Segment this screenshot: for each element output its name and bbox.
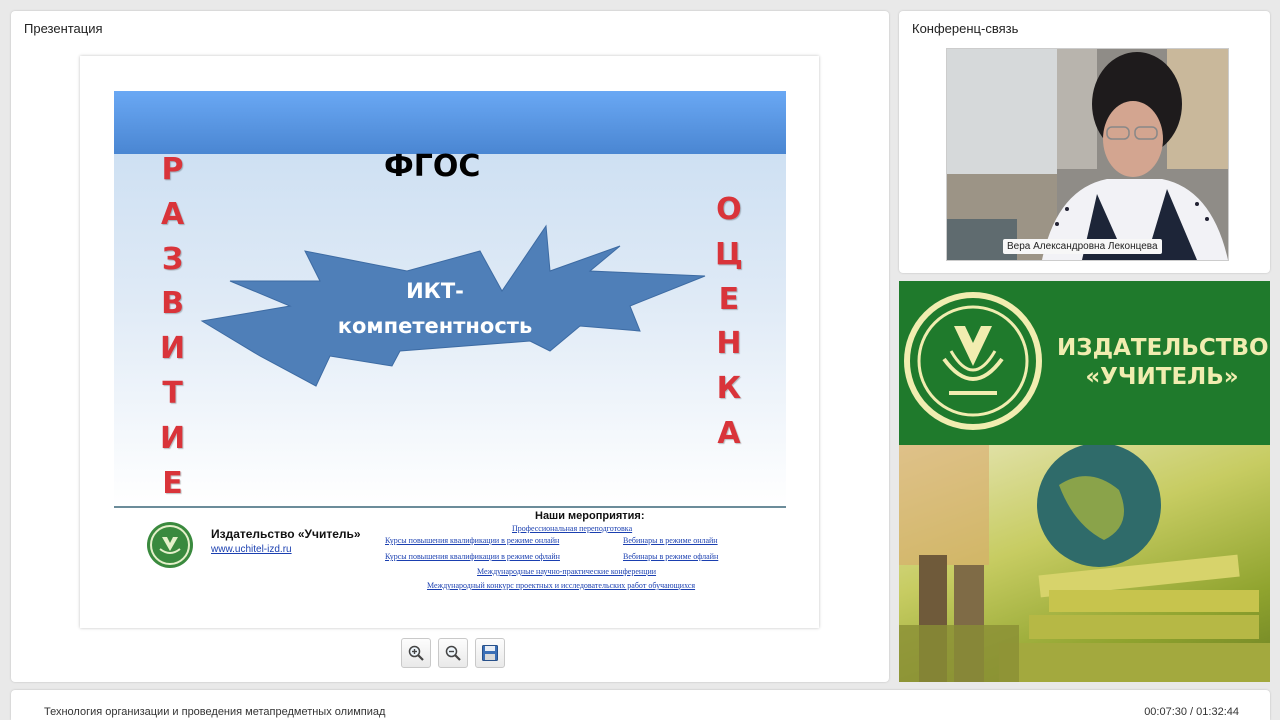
publisher-name: Издательство «Учитель»: [211, 527, 361, 541]
footer-bar: Технология организации и проведения мета…: [11, 690, 1270, 720]
letter: Ц: [715, 236, 743, 272]
letter: К: [716, 371, 742, 407]
floppy-disk-icon: [482, 645, 498, 661]
vertical-word-right: О Ц Е Н К А: [715, 188, 743, 457]
letter: И: [160, 420, 186, 456]
events-title: Наши мероприятия:: [535, 510, 645, 522]
slide-divider: [114, 506, 786, 508]
event-link[interactable]: Курсы повышения квалификации в режиме он…: [385, 536, 559, 545]
vertical-word-left: Р А З В И Т И Е: [160, 148, 185, 506]
burst-text: ИКТ- компетентность: [337, 279, 533, 338]
letter: Н: [716, 326, 742, 362]
conference-panel-title: Конференц-связь: [912, 21, 1019, 36]
letter: А: [160, 196, 185, 232]
zoom-out-button[interactable]: [438, 638, 468, 668]
publisher-banner: ИЗДАТЕЛЬСТВО «УЧИТЕЛЬ»: [899, 281, 1270, 682]
event-link[interactable]: Вебинары в режиме офлайн: [623, 552, 718, 561]
letter: А: [717, 415, 741, 451]
webcam-video: Вера Александровна Леконцева: [946, 48, 1229, 261]
letter: Е: [718, 281, 740, 317]
publisher-link[interactable]: www.uchitel-izd.ru: [211, 544, 292, 555]
event-link[interactable]: Международные научно-практические конфер…: [477, 567, 656, 576]
letter: В: [161, 286, 184, 322]
letter: И: [160, 331, 186, 367]
presentation-panel-title: Презентация: [24, 21, 103, 36]
slide-header-band: [114, 91, 786, 154]
slide-heading: ФГОС: [384, 149, 481, 184]
zoom-in-button[interactable]: [401, 638, 431, 668]
participant-name: Вера Александровна Леконцева: [1003, 239, 1162, 254]
banner-image: [899, 445, 1270, 682]
publisher-logo-large: [904, 292, 1042, 430]
event-link[interactable]: Курсы повышения квалификации в режиме оф…: [385, 552, 560, 561]
presentation-slide: ФГОС Р А З В И Т И Е О Ц Е Н К А ИКТ- ко…: [80, 56, 819, 628]
letter: З: [161, 241, 184, 277]
books-globe-illustration: [899, 445, 1270, 682]
banner-title: ИЗДАТЕЛЬСТВО «УЧИТЕЛЬ»: [1057, 335, 1269, 390]
zoom-in-icon: [408, 645, 424, 661]
letter: Т: [162, 375, 183, 411]
webinar-title: Технология организации и проведения мета…: [44, 706, 386, 718]
letter: Е: [162, 465, 183, 501]
publisher-logo: [147, 522, 193, 568]
zoom-out-icon: [445, 645, 461, 661]
banner-header: ИЗДАТЕЛЬСТВО «УЧИТЕЛЬ»: [899, 281, 1270, 445]
event-link[interactable]: Вебинары в режиме онлайн: [623, 536, 718, 545]
webcam-frame: [947, 49, 1228, 260]
presentation-toolbar: [401, 638, 505, 668]
letter: О: [716, 192, 742, 227]
event-link[interactable]: Международный конкурс проектных и исслед…: [427, 581, 695, 590]
presentation-panel: Презентация ФГОС Р А З В И Т И Е О Ц Е Н…: [11, 11, 889, 682]
conference-panel: Конференц-связь Вера Александровна Лекон…: [899, 11, 1270, 273]
event-link[interactable]: Профессиональная переподготовка: [512, 524, 632, 533]
playback-time: 00:07:30 / 01:32:44: [1144, 706, 1239, 718]
save-button[interactable]: [475, 638, 505, 668]
letter: Р: [161, 152, 184, 187]
